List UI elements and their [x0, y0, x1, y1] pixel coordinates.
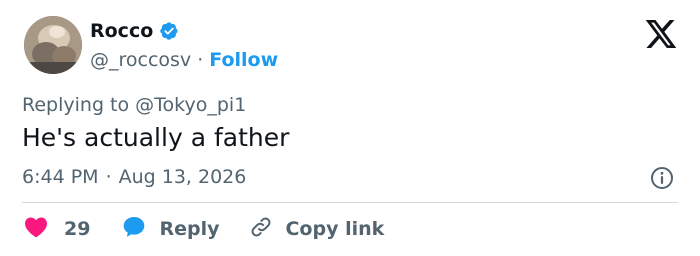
- author-handle-row: @_roccosv · Follow: [90, 49, 278, 71]
- tweet-card: Rocco @_roccosv · Follow Replying to @To…: [0, 0, 700, 256]
- like-button[interactable]: 29: [24, 216, 90, 242]
- avatar-image: [24, 16, 82, 74]
- copy-link-label: Copy link: [285, 218, 385, 240]
- tweet-time: 6:44 PM: [22, 166, 99, 188]
- action-bar: 29 Reply Copy link: [24, 214, 384, 244]
- replying-to-line: Replying to @Tokyo_pi1: [22, 94, 246, 116]
- tweet-text: He's actually a father: [22, 123, 290, 152]
- x-logo-icon[interactable]: [645, 20, 677, 48]
- display-name[interactable]: Rocco: [90, 20, 153, 42]
- speech-bubble-icon: [122, 215, 146, 243]
- reply-label: Reply: [159, 218, 220, 240]
- author-name-row: Rocco: [90, 20, 179, 42]
- follow-button[interactable]: Follow: [209, 49, 278, 71]
- divider: [22, 202, 678, 203]
- reply-button[interactable]: Reply: [122, 215, 219, 243]
- handle-separator: ·: [197, 49, 204, 71]
- like-count: 29: [64, 218, 91, 240]
- timestamp-separator: ·: [105, 166, 112, 188]
- replying-prefix: Replying to: [22, 94, 130, 116]
- tweet-date: Aug 13, 2026: [118, 166, 247, 188]
- verified-badge-icon: [159, 21, 179, 41]
- tweet-timestamp[interactable]: 6:44 PM · Aug 13, 2026: [22, 166, 246, 188]
- link-icon: [249, 215, 273, 243]
- info-icon[interactable]: [650, 166, 674, 190]
- author-handle[interactable]: @_roccosv: [90, 49, 191, 71]
- copy-link-button[interactable]: Copy link: [249, 215, 384, 243]
- avatar[interactable]: [24, 16, 82, 74]
- heart-icon: [24, 216, 48, 242]
- replying-to-mention[interactable]: @Tokyo_pi1: [135, 94, 246, 116]
